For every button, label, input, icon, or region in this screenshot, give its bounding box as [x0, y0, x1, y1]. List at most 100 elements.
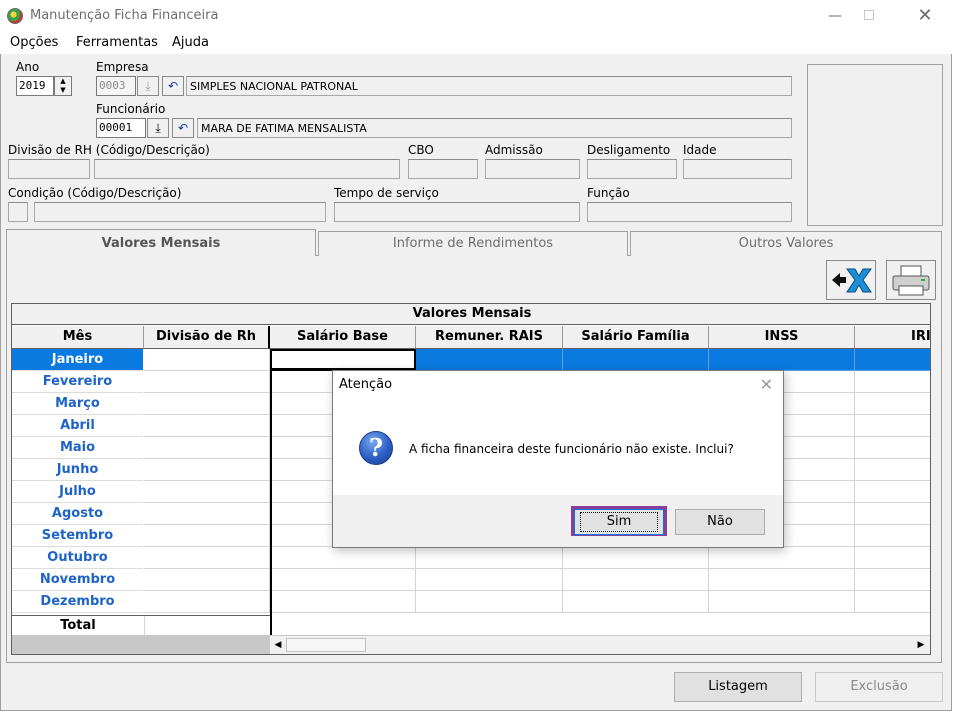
- col-header-salario-familia[interactable]: Salário Família: [563, 326, 709, 349]
- listagem-button[interactable]: Listagem: [674, 672, 802, 702]
- scroll-left-icon[interactable]: ◀: [272, 638, 284, 652]
- grid-cell[interactable]: [855, 349, 930, 371]
- menu-opcoes[interactable]: Opções: [10, 35, 58, 50]
- grid-cell[interactable]: [855, 591, 930, 613]
- grid-cell[interactable]: [855, 393, 930, 415]
- grid-cell[interactable]: [144, 371, 270, 393]
- month-row[interactable]: Outubro: [12, 547, 143, 569]
- grid-cell[interactable]: [144, 349, 270, 371]
- grid-cell[interactable]: [855, 415, 930, 437]
- photo-box: [807, 64, 943, 226]
- grid-cell[interactable]: [270, 547, 416, 569]
- col-header-irrf[interactable]: IRI: [855, 326, 930, 349]
- month-row[interactable]: Maio: [12, 437, 143, 459]
- grid-cell[interactable]: [709, 569, 855, 591]
- total-row: Total: [12, 615, 270, 636]
- funcionario-download-icon[interactable]: ⤓: [147, 118, 169, 138]
- grid-cell[interactable]: [144, 481, 270, 503]
- month-row[interactable]: Junho: [12, 459, 143, 481]
- tab-valores-mensais[interactable]: Valores Mensais: [6, 229, 316, 256]
- month-row[interactable]: Agosto: [12, 503, 143, 525]
- grid-cell[interactable]: [416, 569, 563, 591]
- grid-cell[interactable]: [144, 437, 270, 459]
- col-header-inss[interactable]: INSS: [709, 326, 855, 349]
- col-header-salario-base[interactable]: Salário Base: [270, 326, 416, 349]
- funcionario-code-input[interactable]: 00001: [96, 118, 146, 138]
- dialog-message: A ficha financeira deste funcionário não…: [409, 442, 734, 456]
- grid-cell[interactable]: [563, 349, 709, 371]
- grid-cell[interactable]: [144, 459, 270, 481]
- empresa-name-field: SIMPLES NACIONAL PATRONAL: [186, 76, 792, 96]
- empresa-label: Empresa: [96, 60, 149, 74]
- divisao-label: Divisão de RH (Código/Descrição): [8, 143, 210, 157]
- divisao-desc-field: [94, 159, 400, 179]
- empresa-code-input[interactable]: 0003: [96, 76, 136, 96]
- col-header-divisao[interactable]: Divisão de Rh: [144, 326, 270, 349]
- condicao-code-field: [8, 202, 28, 222]
- cbo-field: [408, 159, 478, 179]
- grid-cell[interactable]: [563, 569, 709, 591]
- grid-cell[interactable]: [709, 547, 855, 569]
- grid-cell[interactable]: [563, 591, 709, 613]
- grid-cell[interactable]: [416, 591, 563, 613]
- grid-cell[interactable]: [144, 503, 270, 525]
- grid-cell[interactable]: [270, 569, 416, 591]
- grid-cell[interactable]: [709, 349, 855, 371]
- ano-input[interactable]: 2019: [16, 76, 54, 96]
- admissao-label: Admissão: [485, 143, 543, 157]
- grid-cell[interactable]: [855, 547, 930, 569]
- grid-cell[interactable]: [709, 591, 855, 613]
- close-icon[interactable]: ✕: [902, 0, 948, 32]
- grid-cell[interactable]: [855, 503, 930, 525]
- dialog-footer: Sim Não: [333, 495, 783, 547]
- grid-cell[interactable]: [855, 525, 930, 547]
- month-row[interactable]: Novembro: [12, 569, 143, 591]
- tab-informe-rendimentos[interactable]: Informe de Rendimentos: [318, 231, 628, 256]
- desligamento-field: [587, 159, 677, 179]
- tab-outros-valores[interactable]: Outros Valores: [630, 231, 942, 256]
- menu-ajuda[interactable]: Ajuda: [172, 35, 209, 50]
- grid-cell[interactable]: [270, 591, 416, 613]
- grid-cell[interactable]: [144, 415, 270, 437]
- nao-button[interactable]: Não: [675, 509, 765, 535]
- month-row[interactable]: Março: [12, 393, 143, 415]
- dialog-close-icon[interactable]: ✕: [760, 375, 773, 394]
- grid-cell[interactable]: [855, 481, 930, 503]
- grid-cell[interactable]: [855, 437, 930, 459]
- grid-cell[interactable]: [563, 547, 709, 569]
- grid-cell[interactable]: [416, 349, 563, 371]
- month-row[interactable]: Setembro: [12, 525, 143, 547]
- sim-button[interactable]: Sim: [574, 509, 664, 535]
- grid-cell[interactable]: [144, 393, 270, 415]
- grid-cell[interactable]: [144, 569, 270, 591]
- exclusao-button[interactable]: Exclusão: [815, 672, 943, 702]
- col-header-remuner-rais[interactable]: Remuner. RAIS: [416, 326, 563, 349]
- grid-cell[interactable]: [855, 371, 930, 393]
- month-row[interactable]: Dezembro: [12, 591, 143, 613]
- ano-spinner[interactable]: ▲ ▼: [54, 76, 72, 96]
- empresa-download-icon[interactable]: ⤓: [137, 76, 159, 96]
- printer-icon: [892, 265, 930, 296]
- grid-cell[interactable]: [144, 525, 270, 547]
- horizontal-scrollbar[interactable]: ◀ ▶: [270, 635, 930, 654]
- funcionario-undo-icon[interactable]: ↶: [172, 118, 194, 138]
- scroll-right-icon[interactable]: ▶: [915, 638, 927, 652]
- grid-cell[interactable]: [144, 547, 270, 569]
- grid-cell[interactable]: [855, 459, 930, 481]
- print-button[interactable]: [886, 260, 936, 300]
- month-row[interactable]: Abril: [12, 415, 143, 437]
- menu-ferramentas[interactable]: Ferramentas: [76, 35, 158, 50]
- month-row[interactable]: Janeiro: [12, 349, 143, 371]
- grid-cell[interactable]: [270, 349, 416, 371]
- grid-cell[interactable]: [144, 591, 270, 613]
- idade-field: [683, 159, 792, 179]
- dialog-title: Atenção: [339, 377, 393, 392]
- grid-cell[interactable]: [416, 547, 563, 569]
- grid-cell[interactable]: [855, 569, 930, 591]
- month-row[interactable]: Julho: [12, 481, 143, 503]
- month-row[interactable]: Fevereiro: [12, 371, 143, 393]
- scroll-thumb[interactable]: [286, 638, 366, 652]
- col-header-mes[interactable]: Mês: [12, 326, 144, 349]
- export-excel-button[interactable]: [826, 260, 876, 300]
- empresa-undo-icon[interactable]: ↶: [162, 76, 184, 96]
